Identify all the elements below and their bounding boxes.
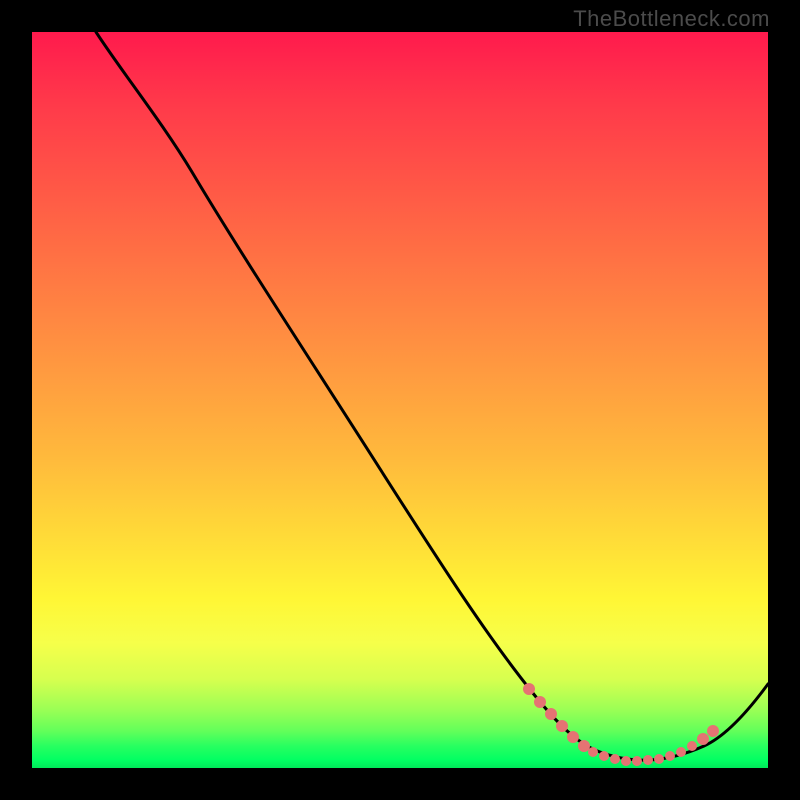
highlight-dot — [665, 751, 675, 761]
bottleneck-curve — [96, 32, 768, 760]
highlight-dot — [621, 756, 631, 766]
highlight-dot — [632, 756, 642, 766]
chart-stage: TheBottleneck.com — [0, 0, 800, 800]
highlight-dot — [610, 754, 620, 764]
highlight-dot — [654, 754, 664, 764]
highlight-dot — [588, 747, 598, 757]
highlight-dot — [523, 683, 535, 695]
attribution-label: TheBottleneck.com — [573, 6, 770, 32]
highlight-dot — [687, 741, 697, 751]
highlight-dot — [643, 755, 653, 765]
plot-area — [32, 32, 768, 768]
highlight-dot — [707, 725, 719, 737]
highlight-dot — [676, 747, 686, 757]
highlight-dot — [534, 696, 546, 708]
line-chart-svg — [32, 32, 768, 768]
highlight-dot — [545, 708, 557, 720]
highlight-dot — [578, 740, 590, 752]
highlight-dot — [556, 720, 568, 732]
highlight-dot — [567, 731, 579, 743]
highlight-dot — [697, 733, 709, 745]
highlight-dot — [599, 751, 609, 761]
highlight-dot-group — [523, 683, 719, 766]
